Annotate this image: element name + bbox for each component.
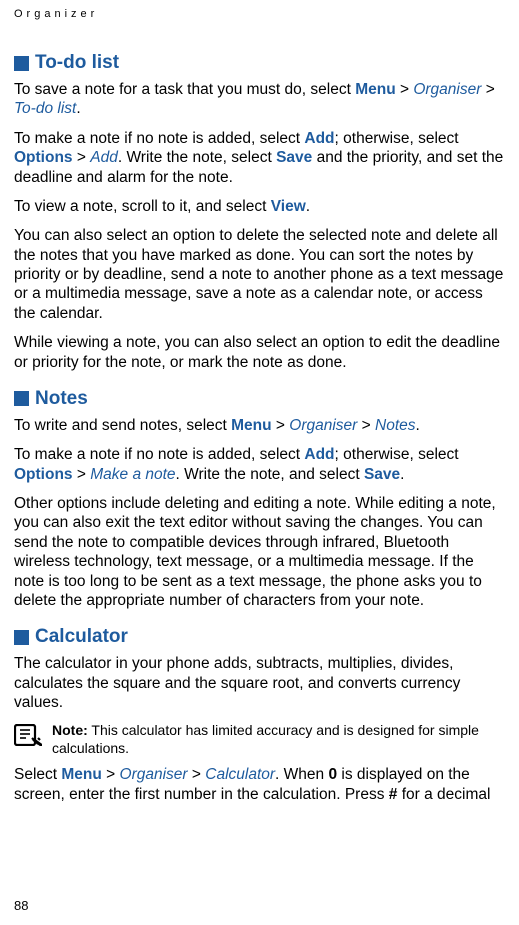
calculator-paragraph-2: Select Menu > Organiser > Calculator. Wh…: [14, 765, 505, 804]
save-label: Save: [364, 466, 400, 483]
organiser-label: Organiser: [413, 81, 481, 98]
section-title: Calculator: [35, 626, 128, 648]
todo-paragraph-2: To make a note if no note is added, sele…: [14, 129, 505, 187]
todo-paragraph-1: To save a note for a task that you must …: [14, 80, 505, 119]
section-title: Notes: [35, 388, 88, 410]
add-label: Add: [304, 130, 334, 147]
add-label: Add: [304, 446, 334, 463]
menu-label: Menu: [231, 417, 271, 434]
options-label: Options: [14, 466, 73, 483]
todo-paragraph-5: While viewing a note, you can also selec…: [14, 333, 505, 372]
notes-paragraph-3: Other options include deleting and editi…: [14, 494, 505, 610]
notes-paragraph-2: To make a note if no note is added, sele…: [14, 445, 505, 484]
section-heading-calculator: Calculator: [14, 626, 505, 648]
organiser-label: Organiser: [120, 766, 188, 783]
make-note-label: Make a note: [90, 466, 175, 483]
page-number: 88: [14, 898, 28, 913]
page-header: Organizer: [14, 8, 505, 20]
note-callout: Note: This calculator has limited accura…: [14, 722, 505, 757]
square-bullet-icon: [14, 56, 29, 71]
todo-paragraph-3: To view a note, scroll to it, and select…: [14, 197, 505, 216]
section-heading-todo: To-do list: [14, 52, 505, 74]
square-bullet-icon: [14, 630, 29, 645]
calculator-label: Calculator: [205, 766, 275, 783]
section-heading-notes: Notes: [14, 388, 505, 410]
zero-key: 0: [328, 766, 337, 783]
todolist-label: To-do list: [14, 100, 76, 117]
options-label: Options: [14, 149, 73, 166]
add-italic-label: Add: [90, 149, 118, 166]
square-bullet-icon: [14, 391, 29, 406]
note-text: Note: This calculator has limited accura…: [52, 722, 505, 757]
section-title: To-do list: [35, 52, 119, 74]
menu-label: Menu: [355, 81, 395, 98]
notes-label: Notes: [375, 417, 416, 434]
note-label: Note:: [52, 722, 88, 738]
menu-label: Menu: [61, 766, 101, 783]
todo-paragraph-4: You can also select an option to delete …: [14, 226, 505, 323]
note-icon: [14, 724, 42, 751]
calculator-paragraph-1: The calculator in your phone adds, subtr…: [14, 654, 505, 712]
save-label: Save: [276, 149, 312, 166]
view-label: View: [271, 198, 306, 215]
notes-paragraph-1: To write and send notes, select Menu > O…: [14, 416, 505, 435]
organiser-label: Organiser: [289, 417, 357, 434]
